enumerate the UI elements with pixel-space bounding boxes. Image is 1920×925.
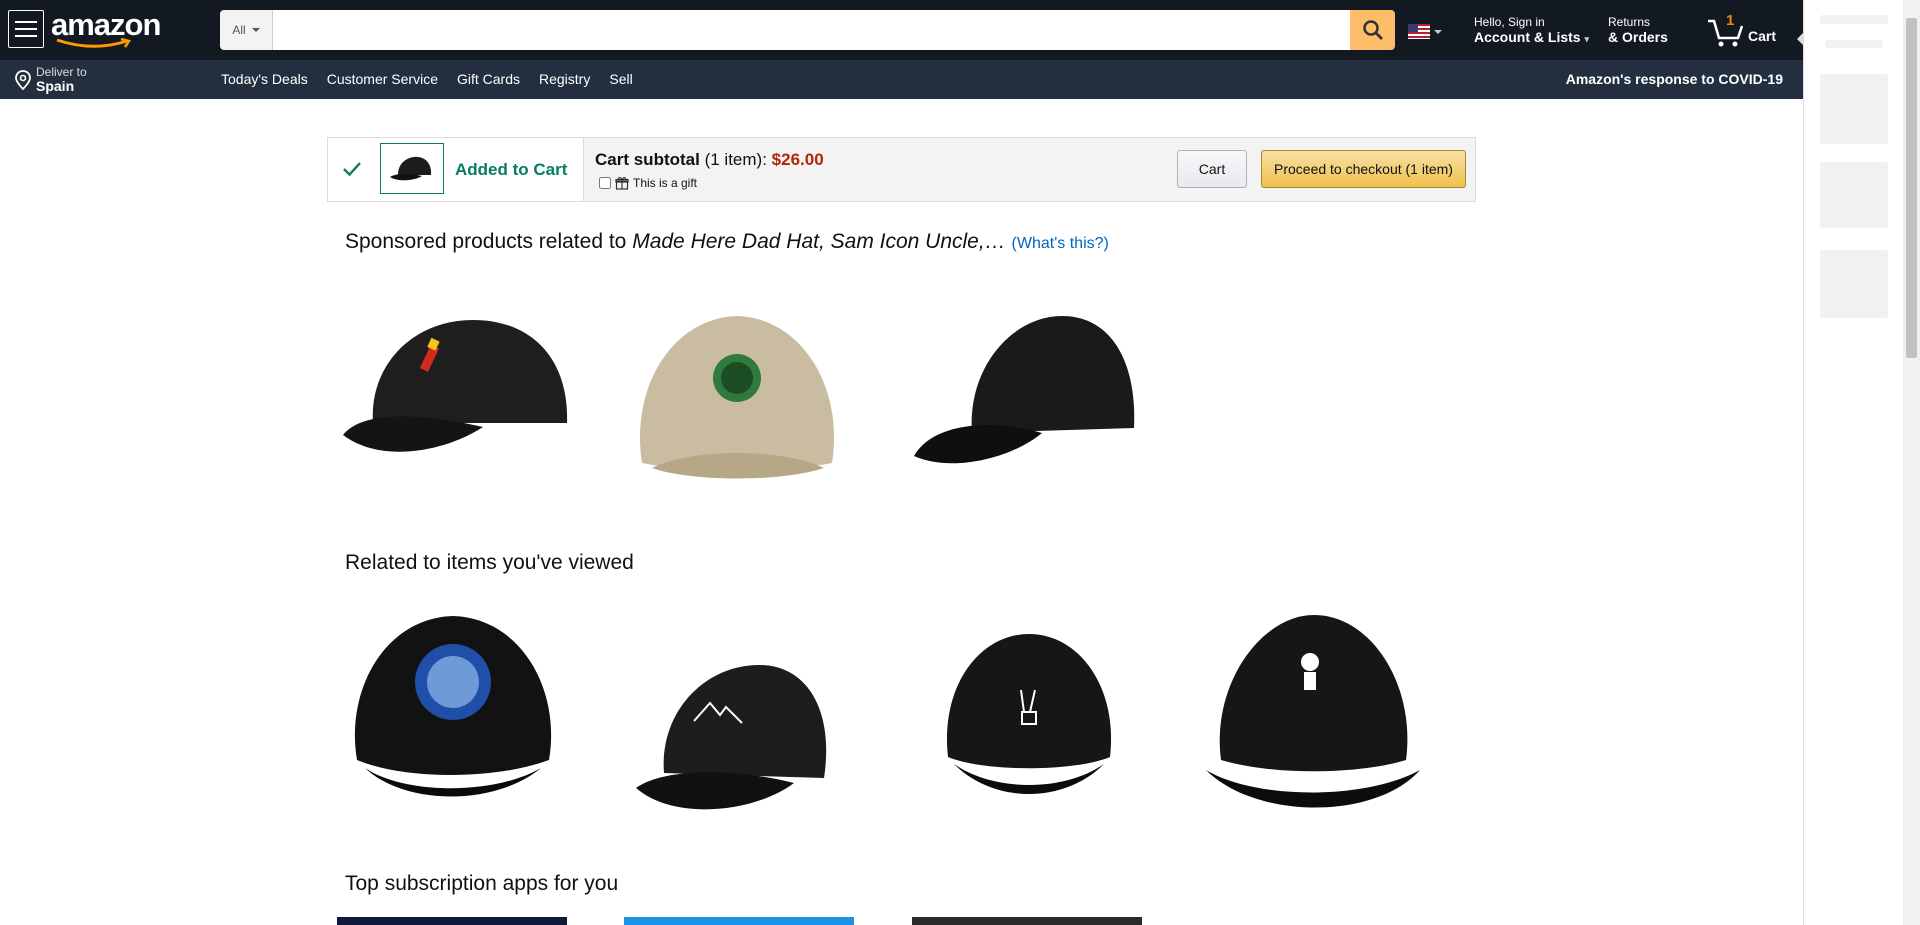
khaki-cap-image [639, 316, 835, 479]
peace-sign-cap-image [946, 634, 1112, 794]
us-flag-icon [1408, 24, 1430, 39]
amazon-logo[interactable]: amazon [51, 7, 161, 48]
gift-icon [615, 177, 629, 190]
returns-label: Returns [1608, 15, 1651, 29]
nav-link-registry[interactable]: Registry [539, 71, 590, 87]
related-items-heading: Related to items you've viewed [345, 551, 634, 574]
sidebar-placeholder [1825, 40, 1883, 48]
related-product-2[interactable] [634, 663, 829, 828]
covid-response-link[interactable]: Amazon's response to COVID-19 [1566, 71, 1783, 87]
cart-count: 1 [1726, 12, 1735, 29]
subscription-app-3[interactable] [912, 917, 1142, 925]
chevron-down-icon [251, 28, 260, 32]
mountain-cap-image [636, 665, 827, 810]
returns-orders-link[interactable]: Returns & Orders [1608, 15, 1668, 45]
sponsored-product-1[interactable] [333, 305, 573, 480]
menu-icon[interactable] [8, 10, 44, 48]
cart-sidebar [1803, 0, 1904, 925]
account-lists-label: Account & Lists ▾ [1474, 29, 1589, 45]
sub-nav: Deliver to Spain Today's Deals Customer … [0, 60, 1803, 99]
related-product-1[interactable] [345, 610, 560, 815]
subtotal-price: $26.00 [771, 150, 824, 169]
subtotal-item-count: (1 item): [704, 150, 767, 169]
deliver-to-location[interactable]: Deliver to Spain [14, 66, 87, 94]
nav-link-todays-deals[interactable]: Today's Deals [221, 71, 308, 87]
checkmark-icon [343, 162, 361, 177]
related-product-4[interactable] [1206, 610, 1421, 825]
account-menu[interactable]: Hello, Sign in Account & Lists ▾ [1474, 15, 1589, 47]
subscription-app-1[interactable] [337, 917, 567, 925]
account-greeting: Hello, Sign in [1474, 15, 1545, 29]
added-to-cart-label: Added to Cart [455, 160, 568, 179]
whats-this-link[interactable]: (What's this?) [1012, 235, 1109, 252]
sidebar-placeholder [1820, 15, 1888, 24]
search-icon [1362, 20, 1383, 40]
scrollbar-thumb[interactable] [1906, 18, 1917, 358]
sponsored-product-3[interactable] [912, 308, 1137, 478]
plain-black-cap-image [914, 316, 1135, 464]
nasa-flight-cap-image [354, 616, 552, 797]
logo-smile-icon [56, 38, 132, 48]
search-category-dropdown[interactable]: All [220, 10, 273, 50]
deliver-country: Spain [36, 78, 75, 94]
search-category-label: All [232, 23, 246, 37]
nav-link-gift-cards[interactable]: Gift Cards [457, 71, 520, 87]
nav-link-customer-service[interactable]: Customer Service [327, 71, 438, 87]
page-scrollbar[interactable] [1903, 0, 1920, 925]
search-bar: All [220, 10, 1395, 50]
astronaut-cap-image [1206, 615, 1420, 808]
sidebar-placeholder [1820, 162, 1888, 228]
chevron-down-icon [1434, 29, 1442, 34]
sponsored-products-heading: Sponsored products related to Made Here … [345, 230, 1109, 254]
sponsored-query: Made Here Dad Hat, Sam Icon Uncle,… [632, 230, 1006, 253]
location-pin-icon [15, 70, 31, 90]
gift-checkbox[interactable] [599, 177, 611, 189]
subscription-apps-heading: Top subscription apps for you [345, 872, 619, 895]
cart-button[interactable]: Cart [1177, 150, 1247, 188]
added-to-cart-panel: Added to Cart Cart subtotal (1 item): $2… [327, 137, 1476, 202]
related-product-3[interactable] [944, 632, 1114, 812]
sponsored-prefix: Sponsored products related to [345, 230, 627, 253]
logo-text: amazon [51, 7, 161, 42]
nav-links: Today's Deals Customer Service Gift Card… [221, 71, 633, 87]
cart-label: Cart [1748, 28, 1777, 44]
black-cap-image [390, 156, 432, 180]
search-button[interactable] [1350, 10, 1395, 50]
top-nav: amazon All Hello, Sign in Account & List… [0, 0, 1803, 60]
gift-label: This is a gift [633, 176, 698, 190]
gift-option: This is a gift [599, 176, 697, 190]
added-confirmation: Added to Cart [328, 138, 584, 201]
sponsored-product-2[interactable] [632, 308, 842, 488]
black-cap-crayon-image [343, 320, 568, 452]
proceed-to-checkout-button[interactable]: Proceed to checkout (1 item) [1261, 150, 1466, 188]
orders-label: & Orders [1608, 29, 1668, 45]
cart-item-thumbnail[interactable] [380, 143, 444, 194]
subscription-app-2[interactable] [624, 917, 854, 925]
subtotal-label: Cart subtotal [595, 150, 700, 169]
sidebar-placeholder [1820, 250, 1888, 318]
language-selector[interactable] [1408, 24, 1442, 39]
search-input[interactable] [273, 10, 1350, 50]
cart-subtotal: Cart subtotal (1 item): $26.00 [595, 150, 824, 170]
sidebar-placeholder [1820, 74, 1888, 144]
nav-link-sell[interactable]: Sell [609, 71, 632, 87]
cart-link[interactable]: 1 Cart [1706, 12, 1776, 48]
